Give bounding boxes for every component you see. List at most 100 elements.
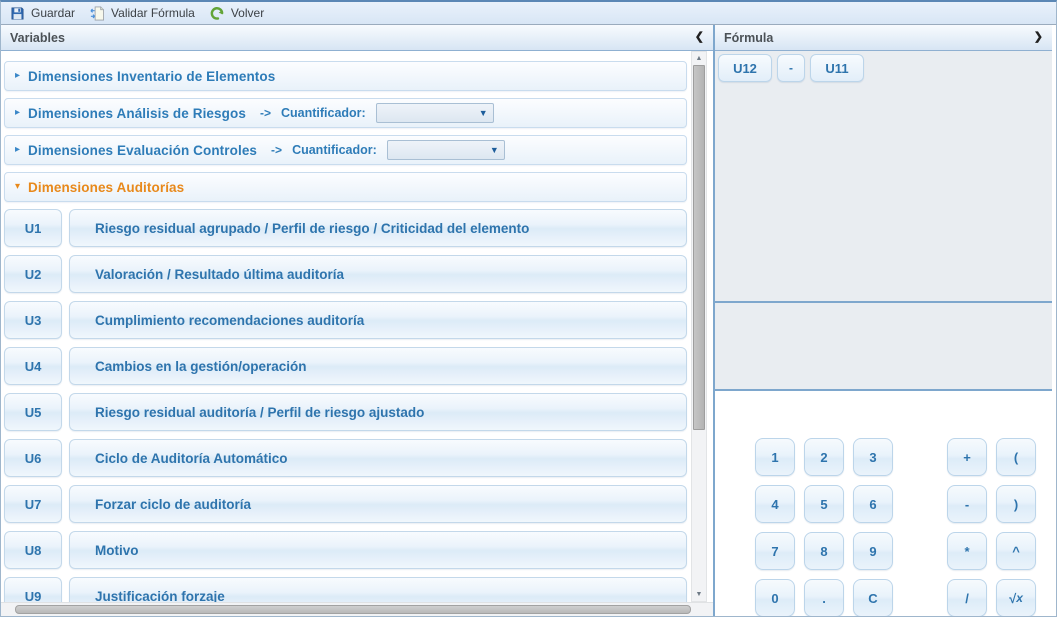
- quantifier-select[interactable]: ▼: [376, 103, 494, 123]
- chevron-down-icon: ▾: [15, 182, 20, 192]
- back-button-label: Volver: [231, 6, 264, 20]
- formula-panel-header: Fórmula ❯: [715, 25, 1052, 51]
- validate-icon: [89, 6, 105, 21]
- validate-formula-button-label: Validar Fórmula: [111, 6, 195, 20]
- variable-code[interactable]: U2: [4, 255, 62, 293]
- dropdown-arrow-icon: ▼: [479, 108, 488, 118]
- formula-token[interactable]: U12: [718, 54, 772, 82]
- variables-panel-title: Variables: [10, 31, 65, 45]
- quantifier-label: Cuantificador:: [292, 143, 377, 157]
- keypad-key[interactable]: 6: [853, 485, 893, 523]
- keypad-key[interactable]: 5: [804, 485, 844, 523]
- variable-code[interactable]: U7: [4, 485, 62, 523]
- formula-token[interactable]: U11: [810, 54, 864, 82]
- keypad-key[interactable]: 1: [755, 438, 795, 476]
- keypad-key[interactable]: .: [804, 579, 844, 617]
- section-dimensiones-inventario[interactable]: ▸ Dimensiones Inventario de Elementos: [4, 61, 687, 91]
- formula-panel: Fórmula ❯ U12 - U11 1234567890.C +(-)*^/…: [713, 25, 1052, 616]
- variables-panel: Variables ❮ ▸ Dimensiones Inventario de …: [1, 25, 713, 616]
- keypad-key[interactable]: 9: [853, 532, 893, 570]
- back-button[interactable]: Volver: [204, 5, 273, 22]
- expand-right-icon[interactable]: ❯: [1034, 32, 1043, 43]
- keypad-key[interactable]: +: [947, 438, 987, 476]
- connector-arrow: ->: [260, 106, 271, 120]
- horizontal-scrollbar[interactable]: [1, 602, 713, 616]
- variable-row[interactable]: U3Cumplimiento recomendaciones auditoría: [4, 301, 687, 339]
- variables-list: U1Riesgo residual agrupado / Perfil de r…: [4, 209, 687, 602]
- keypad-key[interactable]: 8: [804, 532, 844, 570]
- collapse-left-icon[interactable]: ❮: [695, 32, 704, 43]
- variable-description[interactable]: Motivo: [69, 531, 687, 569]
- variable-description[interactable]: Cambios en la gestión/operación: [69, 347, 687, 385]
- keypad-key[interactable]: /: [947, 579, 987, 617]
- formula-drop-area[interactable]: U12 - U11: [715, 51, 1052, 303]
- variables-panel-header: Variables ❮: [1, 25, 713, 51]
- keypad-key[interactable]: 3: [853, 438, 893, 476]
- keypad-key[interactable]: -: [947, 485, 987, 523]
- variable-code[interactable]: U3: [4, 301, 62, 339]
- variable-description[interactable]: Riesgo residual auditoría / Perfil de ri…: [69, 393, 687, 431]
- main-area: Variables ❮ ▸ Dimensiones Inventario de …: [1, 25, 1056, 616]
- variable-row[interactable]: U2Valoración / Resultado última auditorí…: [4, 255, 687, 293]
- keypad-key[interactable]: *: [947, 532, 987, 570]
- keypad-key[interactable]: 2: [804, 438, 844, 476]
- keypad-key[interactable]: 7: [755, 532, 795, 570]
- variable-row[interactable]: U6Ciclo de Auditoría Automático: [4, 439, 687, 477]
- chevron-right-icon: ▸: [15, 145, 20, 155]
- formula-editor-window: Guardar Validar Fórmula Volver Variables…: [0, 0, 1057, 617]
- formula-token-operator[interactable]: -: [777, 54, 805, 82]
- operator-keypad: +(-)*^/√x: [947, 438, 1036, 617]
- back-icon: [209, 6, 225, 21]
- scroll-up-icon[interactable]: ▲: [692, 52, 706, 65]
- variable-code[interactable]: U8: [4, 531, 62, 569]
- connector-arrow: ->: [271, 143, 282, 157]
- keypad-key[interactable]: ): [996, 485, 1036, 523]
- variable-description[interactable]: Forzar ciclo de auditoría: [69, 485, 687, 523]
- variable-code[interactable]: U5: [4, 393, 62, 431]
- dropdown-arrow-icon: ▼: [490, 145, 499, 155]
- save-icon: [10, 6, 25, 21]
- formula-panel-title: Fórmula: [724, 31, 773, 45]
- variable-row[interactable]: U1Riesgo residual agrupado / Perfil de r…: [4, 209, 687, 247]
- variable-description[interactable]: Riesgo residual agrupado / Perfil de rie…: [69, 209, 687, 247]
- keypad-key[interactable]: ^: [996, 532, 1036, 570]
- section-dimensiones-analisis-riesgos[interactable]: ▸ Dimensiones Análisis de Riesgos -> Cua…: [4, 98, 687, 128]
- quantifier-select[interactable]: ▼: [387, 140, 505, 160]
- vertical-scrollbar[interactable]: ▲ ▼: [691, 51, 707, 602]
- variable-code[interactable]: U4: [4, 347, 62, 385]
- variable-code[interactable]: U6: [4, 439, 62, 477]
- section-dimensiones-evaluacion-controles[interactable]: ▸ Dimensiones Evaluación Controles -> Cu…: [4, 135, 687, 165]
- section-label: Dimensiones Auditorías: [28, 180, 184, 195]
- variable-description[interactable]: Cumplimiento recomendaciones auditoría: [69, 301, 687, 339]
- section-label: Dimensiones Análisis de Riesgos: [28, 106, 246, 121]
- keypad-key[interactable]: (: [996, 438, 1036, 476]
- horizontal-scrollbar-thumb[interactable]: [15, 605, 691, 614]
- chevron-right-icon: ▸: [15, 108, 20, 118]
- keypad-key[interactable]: C: [853, 579, 893, 617]
- keypad-key[interactable]: 4: [755, 485, 795, 523]
- toolbar: Guardar Validar Fórmula Volver: [1, 2, 1056, 25]
- vertical-scrollbar-thumb[interactable]: [693, 65, 705, 430]
- keypad-key[interactable]: √x: [996, 579, 1036, 617]
- scroll-down-icon[interactable]: ▼: [692, 588, 706, 601]
- variable-description[interactable]: Valoración / Resultado última auditoría: [69, 255, 687, 293]
- variable-row[interactable]: U5Riesgo residual auditoría / Perfil de …: [4, 393, 687, 431]
- formula-secondary-area: [715, 303, 1052, 391]
- variable-description[interactable]: Ciclo de Auditoría Automático: [69, 439, 687, 477]
- validate-formula-button[interactable]: Validar Fórmula: [84, 5, 204, 22]
- variable-row[interactable]: U9 Justificación forzaje: [4, 577, 687, 602]
- number-keypad: 123 456 789 0.C: [755, 438, 893, 617]
- section-dimensiones-auditorias[interactable]: ▾ Dimensiones Auditorías: [4, 172, 687, 202]
- variable-code[interactable]: U9: [4, 577, 62, 602]
- section-label: Dimensiones Evaluación Controles: [28, 143, 257, 158]
- variable-code[interactable]: U1: [4, 209, 62, 247]
- save-button[interactable]: Guardar: [5, 5, 84, 22]
- keypad-area: 123 456 789 0.C +(-)*^/√x: [715, 391, 1052, 617]
- section-label: Dimensiones Inventario de Elementos: [28, 69, 275, 84]
- variables-content: ▸ Dimensiones Inventario de Elementos ▸ …: [1, 51, 713, 602]
- keypad-key[interactable]: 0: [755, 579, 795, 617]
- variable-row[interactable]: U4Cambios en la gestión/operación: [4, 347, 687, 385]
- variable-row[interactable]: U7Forzar ciclo de auditoría: [4, 485, 687, 523]
- variable-row[interactable]: U8Motivo: [4, 531, 687, 569]
- variable-description[interactable]: Justificación forzaje: [69, 577, 687, 602]
